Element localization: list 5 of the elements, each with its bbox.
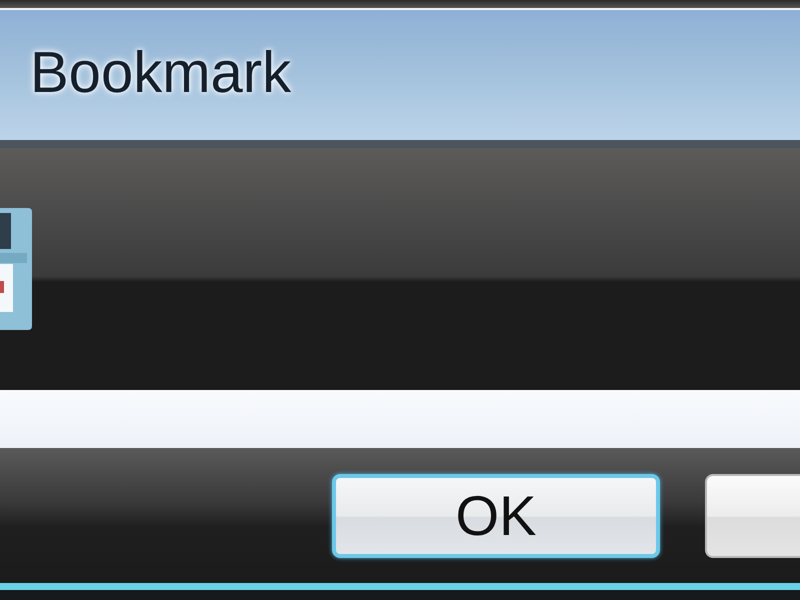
input-field[interactable] <box>0 390 800 448</box>
ok-button[interactable]: OK <box>332 474 660 558</box>
dialog-button[interactable] <box>705 474 800 558</box>
tile-icon[interactable] <box>0 208 32 330</box>
window-title: Bookmark <box>30 44 292 106</box>
